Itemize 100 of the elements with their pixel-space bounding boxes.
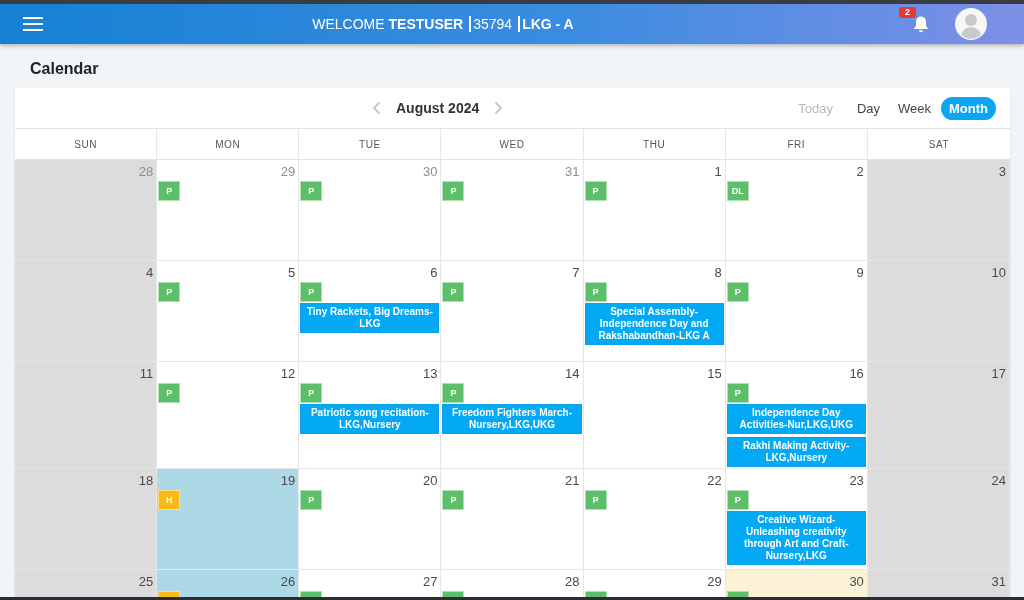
attendance-tag: P — [584, 490, 607, 510]
day-number: 28 — [138, 164, 154, 180]
day-cell[interactable]: 5 P — [157, 261, 300, 362]
day-cell[interactable]: 17 — [867, 362, 1010, 469]
attendance-tag: P — [300, 490, 323, 510]
attendance-tag: P — [584, 282, 607, 302]
chevron-left-icon[interactable] — [372, 101, 381, 115]
day-cell[interactable]: 24 — [867, 469, 1010, 570]
day-number: 24 — [991, 473, 1006, 489]
bell-icon[interactable] — [913, 15, 929, 33]
weekday-header: WED — [441, 129, 584, 159]
day-number: 8 — [714, 265, 722, 281]
notification-count: 2 — [899, 7, 916, 18]
day-cell[interactable]: 8 P Special Assembly-Independence Day and Rakshabandhan-LKG A — [583, 261, 726, 362]
day-cell[interactable]: 22 P — [583, 469, 726, 570]
day-number: 22 — [707, 473, 722, 489]
user-avatar[interactable] — [955, 8, 987, 40]
day-number: 9 — [856, 265, 864, 281]
day-cell[interactable]: 25 — [15, 570, 158, 597]
view-button[interactable]: Day — [848, 96, 888, 120]
attendance-tag: P — [584, 181, 607, 201]
day-number: 30 — [849, 574, 864, 590]
day-cell[interactable]: 2 DL — [725, 160, 868, 261]
attendance-tag: H — [158, 490, 181, 510]
welcome-text: WELCOME TESTUSER — [312, 15, 464, 33]
day-cell[interactable]: 27 — [299, 570, 442, 597]
day-cell[interactable]: 30 — [725, 570, 868, 597]
attendance-tag: P — [726, 282, 749, 302]
user-id-text: 35794 — [469, 16, 513, 32]
weekday-header: SUN — [15, 129, 158, 159]
attendance-tag: P — [300, 181, 323, 201]
day-number: 7 — [572, 265, 580, 281]
day-number: 16 — [849, 366, 864, 382]
day-number: 23 — [849, 473, 864, 489]
day-number: 26 — [280, 574, 296, 590]
class-name-text: LKG - A — [518, 16, 574, 32]
day-cell[interactable]: 29 — [583, 570, 726, 597]
day-number: 1 — [714, 164, 722, 180]
day-number: 19 — [280, 473, 296, 489]
attendance-tag: P — [158, 282, 181, 302]
view-button[interactable]: Week — [890, 96, 939, 120]
attendance-tag: P — [442, 383, 465, 403]
weekday-header: TUE — [299, 129, 442, 159]
day-cell[interactable]: 20 P — [299, 469, 442, 570]
weekday-header: THU — [583, 129, 726, 159]
day-cell[interactable]: 11 — [15, 362, 158, 469]
day-cell[interactable]: 14 P Freedom Fighters March-Nursery,LKG,UKG — [441, 362, 584, 469]
day-cell[interactable]: 23 P Creative Wizard-Unleashing creativity through Art and Craft-Nursery,LKG — [725, 469, 868, 570]
day-cell[interactable]: 12 P — [157, 362, 300, 469]
day-number: 31 — [991, 574, 1006, 590]
chevron-right-icon[interactable] — [494, 101, 504, 115]
day-number: 30 — [422, 164, 438, 180]
day-cell[interactable]: 4 — [15, 261, 158, 362]
day-number: 12 — [280, 366, 296, 382]
day-number: 28 — [565, 574, 580, 590]
weekday-header: MON — [157, 129, 300, 159]
day-cell[interactable]: 3 — [867, 160, 1010, 261]
day-cell[interactable]: 1 P — [583, 160, 726, 261]
menu-icon[interactable] — [23, 17, 43, 31]
day-number: 2 — [856, 164, 864, 180]
day-cell[interactable]: 15 — [583, 362, 726, 469]
day-cell[interactable]: 26 — [157, 570, 300, 597]
day-cell[interactable]: 9 P — [725, 261, 868, 362]
page-title: Calendar — [30, 59, 99, 79]
day-number: 29 — [280, 164, 296, 180]
day-cell[interactable]: 7 P — [441, 261, 584, 362]
day-number: 10 — [991, 265, 1006, 281]
day-cell[interactable]: 18 — [15, 469, 158, 570]
day-number: 11 — [139, 366, 154, 382]
day-cell[interactable]: 13 P Patriotic song recitation-LKG,Nursery — [299, 362, 442, 469]
day-cell[interactable]: 19 H — [157, 469, 300, 570]
day-cell[interactable]: 31 — [867, 570, 1010, 597]
day-cell[interactable]: 28 — [441, 570, 584, 597]
day-number: 18 — [138, 473, 154, 489]
day-cell[interactable]: 6 P Tiny Rackets, Big Dreams-LKG — [299, 261, 442, 362]
day-cell[interactable]: 21 P — [441, 469, 584, 570]
weekday-header: FRI — [725, 129, 868, 159]
day-number: 21 — [565, 473, 580, 489]
attendance-tag: P — [442, 282, 465, 302]
day-number: 3 — [998, 164, 1006, 180]
attendance-tag: P — [300, 383, 323, 403]
day-number: 14 — [565, 366, 580, 382]
day-number: 31 — [565, 164, 580, 180]
month-title: August 2024 — [396, 99, 480, 117]
attendance-tag: P — [442, 181, 465, 201]
attendance-tag: P — [158, 181, 181, 201]
day-number: 20 — [422, 473, 438, 489]
day-cell[interactable]: 10 — [867, 261, 1010, 362]
day-number: 25 — [138, 574, 154, 590]
attendance-tag: P — [726, 383, 749, 403]
day-number: 5 — [288, 265, 296, 281]
day-number: 4 — [145, 265, 154, 281]
attendance-tag: P — [300, 282, 323, 302]
attendance-tag: P — [158, 383, 181, 403]
attendance-tag: P — [726, 490, 749, 510]
attendance-tag: DL — [726, 181, 749, 201]
day-number: 15 — [707, 366, 722, 382]
day-number: 17 — [991, 366, 1006, 382]
weekday-header: SAT — [927, 137, 950, 152]
day-number: 13 — [422, 366, 438, 382]
